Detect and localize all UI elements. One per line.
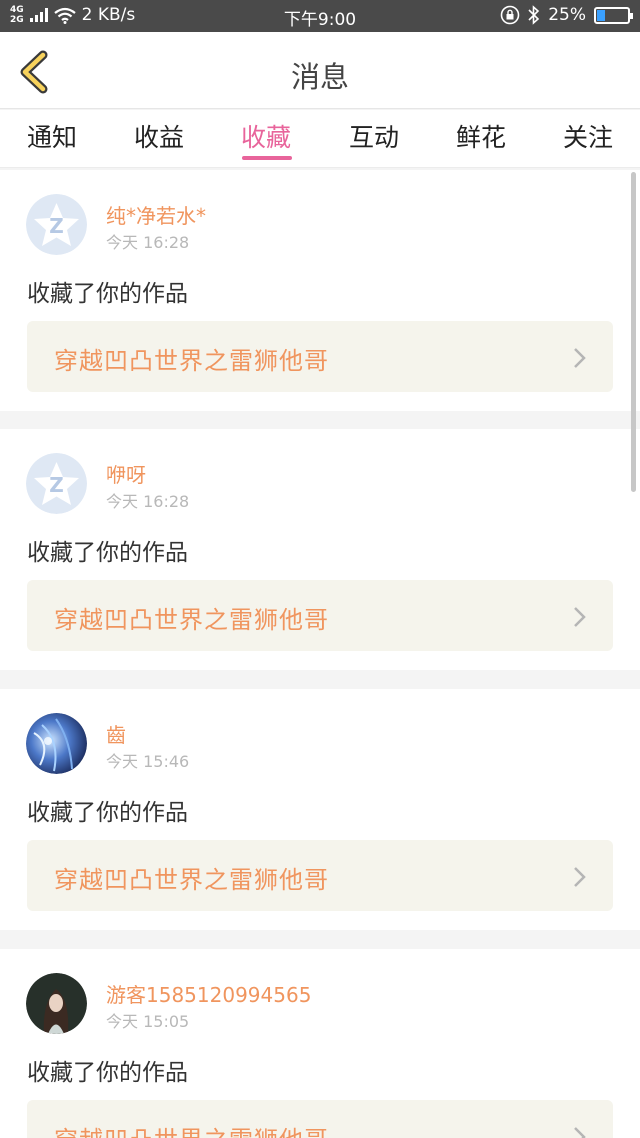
chevron-right-icon [574,348,586,368]
chevron-right-icon [574,607,586,627]
avatar[interactable] [26,713,87,774]
work-link[interactable]: 穿越凹凸世界之雷狮他哥 [27,1100,613,1138]
tab-following[interactable]: 关注 [548,118,628,154]
anime-avatar-girl-icon [26,973,87,1034]
action-text: 收藏了你的作品 [27,800,188,826]
work-link[interactable]: 穿越凹凸世界之雷狮他哥 [27,321,613,392]
status-bar: 4G 2G 2 KB/s 下午9:00 25% [0,0,640,32]
action-text: 收藏了你的作品 [27,281,188,307]
action-text: 收藏了你的作品 [27,540,188,566]
anime-avatar-blue-icon [26,713,87,774]
chevron-right-icon [574,1127,586,1138]
work-title: 穿越凹凸世界之雷狮他哥 [54,347,329,375]
username[interactable]: 纯*净若水* [106,200,206,229]
tab-favorites[interactable]: 收藏 [226,118,306,154]
work-title: 穿越凹凸世界之雷狮他哥 [54,1120,329,1138]
title-bar: 消息 [0,32,640,109]
svg-text:Z: Z [49,473,64,497]
default-star-avatar-icon: Z [26,453,87,514]
status-right: 25% [500,5,633,25]
message-card: 游客1585120994565 今天 15:05 收藏了你的作品 穿越凹凸世界之… [0,949,640,1138]
default-star-avatar-icon: Z [26,194,87,255]
timestamp: 今天 16:28 [106,233,190,252]
timestamp: 今天 16:28 [106,492,190,511]
avatar[interactable]: Z [26,453,87,514]
rotation-lock-icon [500,5,520,25]
timestamp: 今天 15:05 [106,1012,190,1031]
page-title: 消息 [290,60,349,94]
tab-interactions[interactable]: 互动 [334,118,414,154]
tab-bar: 通知 收益 收藏 互动 鲜花 关注 [0,110,640,168]
work-title: 穿越凹凸世界之雷狮他哥 [54,866,329,894]
avatar[interactable]: Z [26,194,87,255]
active-tab-indicator [242,156,292,160]
svg-text:Z: Z [49,214,64,238]
battery-percent: 25% [548,5,586,25]
chevron-right-icon [574,867,586,887]
tab-notifications[interactable]: 通知 [12,118,92,154]
username[interactable]: 咿呀 [106,459,146,488]
tab-earnings[interactable]: 收益 [119,118,199,154]
avatar[interactable] [26,973,87,1034]
action-text: 收藏了你的作品 [27,1060,188,1086]
message-list[interactable]: Z 纯*净若水* 今天 16:28 收藏了你的作品 穿越凹凸世界之雷狮他哥 Z … [0,170,640,1138]
message-card: Z 咿呀 今天 16:28 收藏了你的作品 穿越凹凸世界之雷狮他哥 [0,429,640,670]
work-title: 穿越凹凸世界之雷狮他哥 [54,606,329,634]
username[interactable]: 游客1585120994565 [106,979,311,1008]
username[interactable]: 齒 [106,719,126,748]
timestamp: 今天 15:46 [106,752,190,771]
tab-flowers[interactable]: 鲜花 [441,118,521,154]
work-link[interactable]: 穿越凹凸世界之雷狮他哥 [27,840,613,911]
battery-icon [594,6,633,24]
bluetooth-icon [528,5,540,25]
message-card: Z 纯*净若水* 今天 16:28 收藏了你的作品 穿越凹凸世界之雷狮他哥 [0,170,640,411]
message-card: 齒 今天 15:46 收藏了你的作品 穿越凹凸世界之雷狮他哥 [0,689,640,930]
work-link[interactable]: 穿越凹凸世界之雷狮他哥 [27,580,613,651]
scrollbar[interactable] [631,172,636,492]
